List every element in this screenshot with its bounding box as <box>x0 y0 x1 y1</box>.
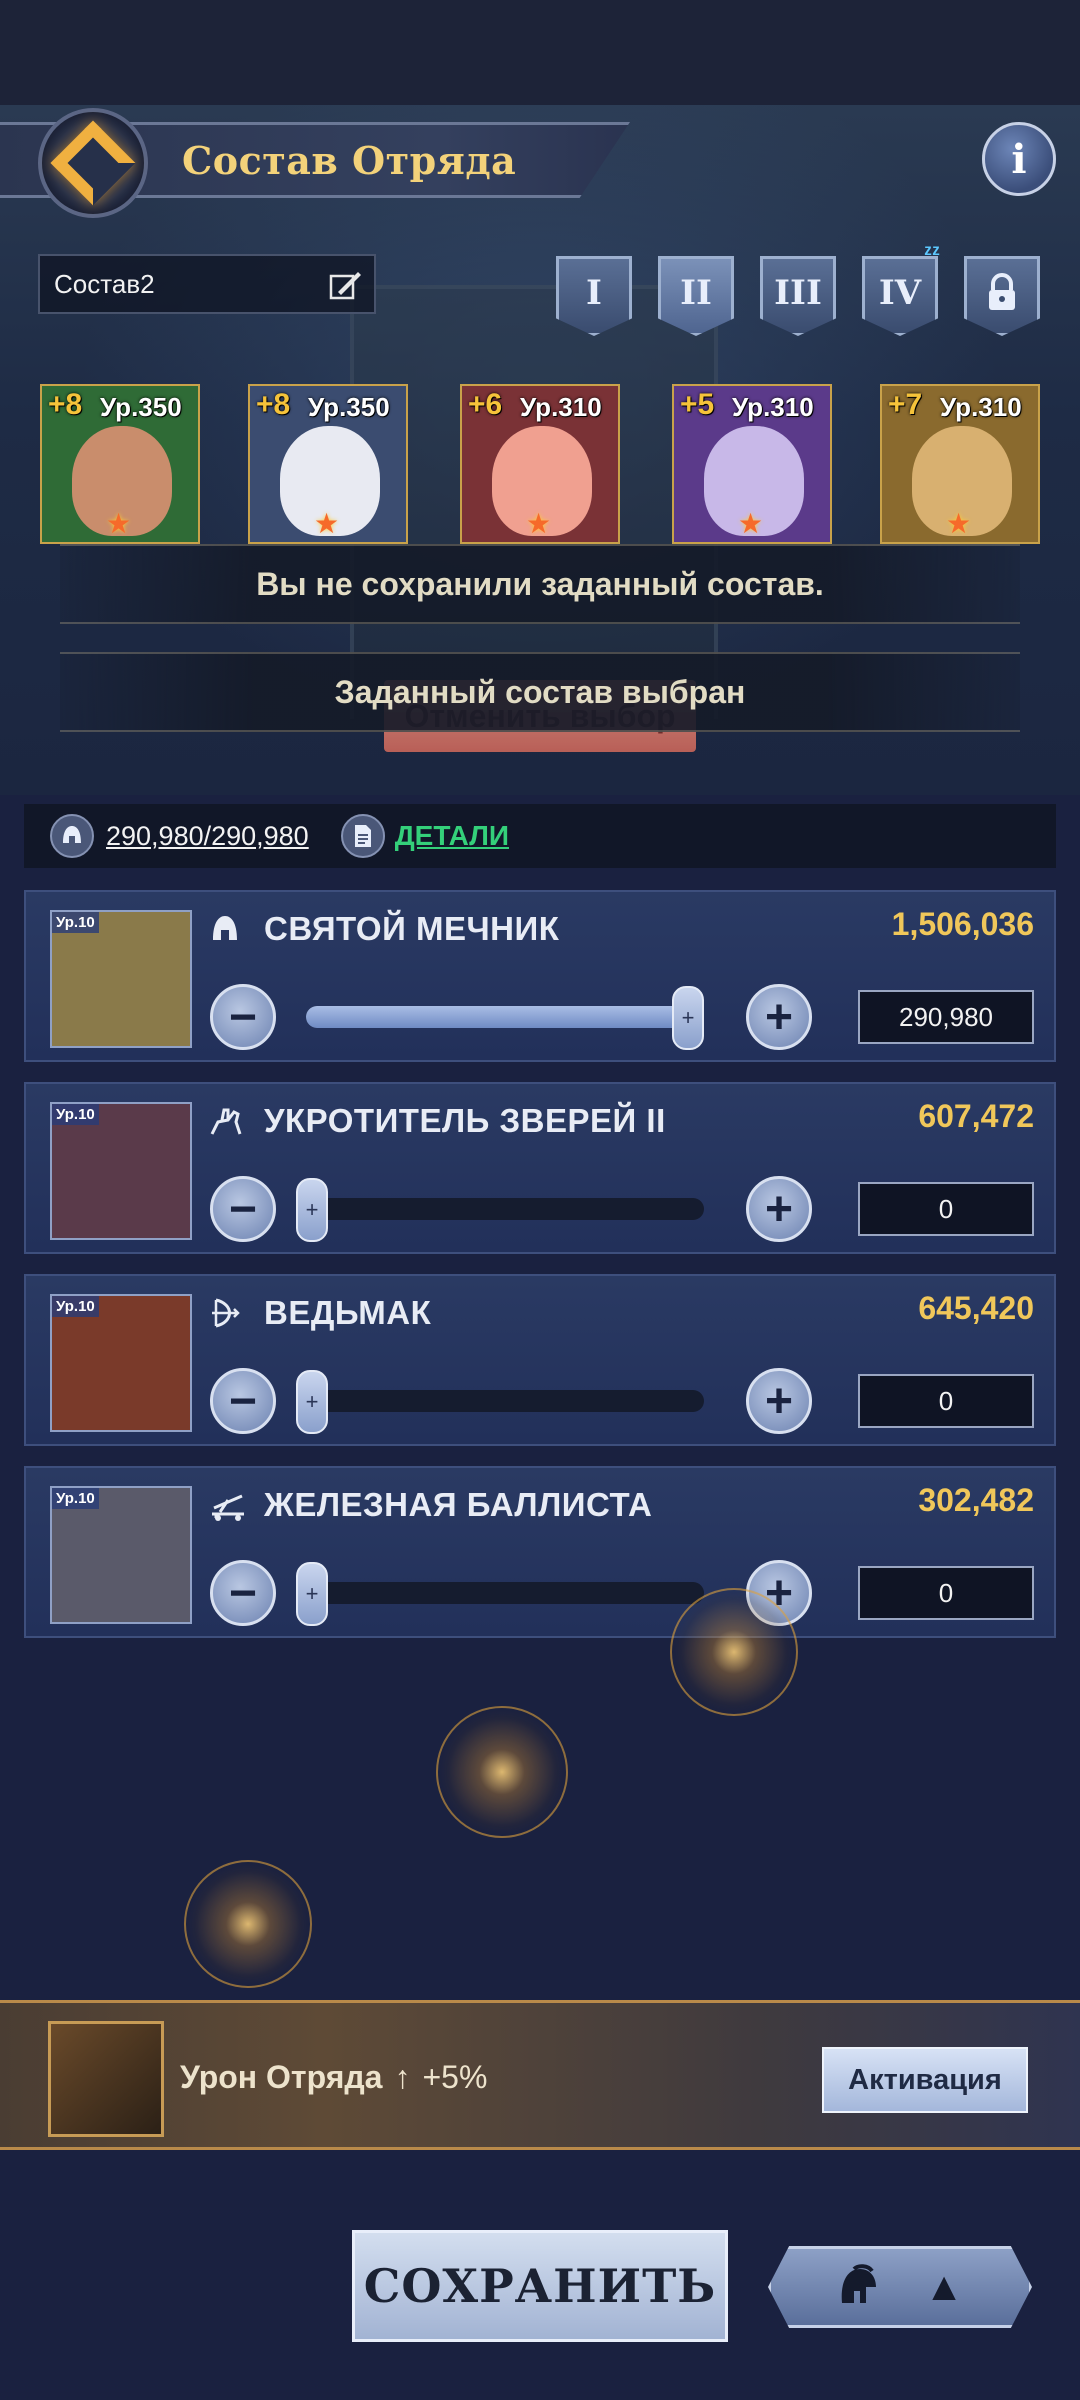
decrease-button[interactable]: − <box>210 1368 276 1434</box>
helmet-icon <box>50 814 94 858</box>
increase-button[interactable]: + <box>746 1176 812 1242</box>
squad-buff-bar: Урон Отряда ↑ +5% Активация <box>0 2000 1080 2150</box>
preset-toggle-button[interactable]: ▲ <box>768 2246 1032 2328</box>
save-button[interactable]: СОХРАНИТЬ <box>352 2230 728 2342</box>
buff-label: Урон Отряда <box>180 2059 383 2095</box>
slider-fill <box>306 1006 704 1028</box>
troop-power: 645,420 <box>918 1290 1034 1326</box>
helmet-icon <box>208 912 248 952</box>
increase-button[interactable]: + <box>746 1368 812 1434</box>
hero-slot-1[interactable]: +8 Ур.350 ★ <box>40 384 200 544</box>
hero-level: Ур.310 <box>732 392 814 422</box>
troop-level-tag: Ур.10 <box>52 912 99 933</box>
troop-quantity-input[interactable]: 0 <box>858 1182 1034 1236</box>
troop-level-tag: Ур.10 <box>52 1488 99 1509</box>
decrease-button[interactable]: − <box>210 1176 276 1242</box>
lock-icon <box>989 273 1015 310</box>
troop-slider[interactable]: + <box>306 986 704 1050</box>
hero-slot-3[interactable]: +6 Ур.310 ★ <box>460 384 620 544</box>
formation-logo-icon <box>50 120 136 206</box>
troop-level-tag: Ур.10 <box>52 1104 99 1125</box>
troop-power: 1,506,036 <box>891 906 1034 942</box>
bow-icon <box>208 1296 248 1336</box>
details-link[interactable]: ДЕТАЛИ <box>395 820 509 852</box>
troop-quantity-input[interactable]: 290,980 <box>858 990 1034 1044</box>
arrow-up-icon: ▲ <box>924 2264 964 2309</box>
troop-name: ЖЕЛЕЗНАЯ БАЛЛИСТА <box>264 1486 653 1523</box>
buff-portrait <box>48 2021 164 2137</box>
troop-row: Ур.10 СВЯТОЙ МЕЧНИК 1,506,036 − + + 290,… <box>24 890 1056 1062</box>
buff-text: Урон Отряда ↑ +5% <box>180 2059 487 2096</box>
ballista-icon <box>208 1488 248 1528</box>
star-icon: ★ <box>106 508 132 539</box>
star-icon: ★ <box>526 508 552 539</box>
glow-orb <box>184 1860 312 1988</box>
power-row: 290,980/290,980 ДЕТАЛИ <box>24 804 1056 868</box>
increase-button[interactable]: + <box>746 984 812 1050</box>
decrease-button[interactable]: − <box>210 984 276 1050</box>
troop-power: 302,482 <box>918 1482 1034 1518</box>
back-button[interactable] <box>38 108 148 218</box>
status-bar <box>0 0 1080 105</box>
troop-slider[interactable]: + <box>296 1178 704 1242</box>
document-icon <box>340 814 385 858</box>
hero-slot-2[interactable]: +8 Ур.350 ★ <box>248 384 408 544</box>
hero-level: Ур.310 <box>520 392 602 422</box>
toast-unsaved: Вы не сохранили заданный состав. <box>60 544 1020 624</box>
hero-star-bonus: +5 <box>680 388 715 421</box>
glow-orb <box>670 1588 798 1716</box>
troop-row: Ур.10 ВЕДЬМАК 645,420 − + + 0 <box>24 1274 1056 1446</box>
slider-handle[interactable]: + <box>296 1178 328 1242</box>
troop-name: УКРОТИТЕЛЬ ЗВЕРЕЙ II <box>264 1102 666 1139</box>
arrow-up-icon: ↑ <box>394 2059 411 2095</box>
hero-star-bonus: +6 <box>468 388 503 421</box>
troop-name: СВЯТОЙ МЕЧНИК <box>264 910 560 947</box>
formation-name-field[interactable]: Состав2 <box>38 254 376 314</box>
slider-handle[interactable]: + <box>296 1562 328 1626</box>
troop-power: 607,472 <box>918 1098 1034 1134</box>
toast-selected: Заданный состав выбран <box>60 652 1020 732</box>
troop-capacity-value: 290,980/290,980 <box>106 820 309 851</box>
troop-row: Ур.10 ЖЕЛЕЗНАЯ БАЛЛИСТА 302,482 − + + 0 <box>24 1466 1056 1638</box>
star-icon: ★ <box>738 508 764 539</box>
hero-star-bonus: +8 <box>256 388 291 421</box>
star-icon: ★ <box>946 508 972 539</box>
slider-handle[interactable]: + <box>296 1370 328 1434</box>
glow-orb <box>436 1706 568 1838</box>
hero-star-bonus: +7 <box>888 388 923 421</box>
slider-handle[interactable]: + <box>672 986 704 1050</box>
hero-level: Ур.350 <box>100 392 182 422</box>
buff-value: +5% <box>422 2059 488 2095</box>
star-icon: ★ <box>314 508 340 539</box>
troop-slider[interactable]: + <box>296 1370 704 1434</box>
quill-edit-icon[interactable] <box>328 268 362 302</box>
troop-row: Ур.10 УКРОТИТЕЛЬ ЗВЕРЕЙ II 607,472 − + +… <box>24 1082 1056 1254</box>
troop-portrait: Ур.10 <box>50 910 192 1048</box>
sleep-badge-icon: ᶻᶻ <box>924 240 940 265</box>
page-title: Состав Отряда <box>182 138 517 183</box>
info-button[interactable]: i <box>982 122 1056 196</box>
troop-level-tag: Ур.10 <box>52 1296 99 1317</box>
rider-icon <box>208 1104 248 1144</box>
hero-slot-4[interactable]: +5 Ур.310 ★ <box>672 384 832 544</box>
troop-quantity-input[interactable]: 0 <box>858 1374 1034 1428</box>
troop-name: ВЕДЬМАК <box>264 1294 432 1331</box>
hero-level: Ур.310 <box>940 392 1022 422</box>
spartan-helmet-icon <box>841 2264 877 2303</box>
formation-name-text: Состав2 <box>54 268 155 299</box>
troop-slider[interactable]: + <box>296 1562 704 1626</box>
troop-portrait: Ур.10 <box>50 1294 192 1432</box>
decrease-button[interactable]: − <box>210 1560 276 1626</box>
troop-portrait: Ур.10 <box>50 1102 192 1240</box>
hero-level: Ур.350 <box>308 392 390 422</box>
hero-star-bonus: +8 <box>48 388 83 421</box>
activate-button[interactable]: Активация <box>822 2047 1028 2113</box>
hero-slot-5[interactable]: +7 Ур.310 ★ <box>880 384 1040 544</box>
troop-portrait: Ур.10 <box>50 1486 192 1624</box>
troop-quantity-input[interactable]: 0 <box>858 1566 1034 1620</box>
